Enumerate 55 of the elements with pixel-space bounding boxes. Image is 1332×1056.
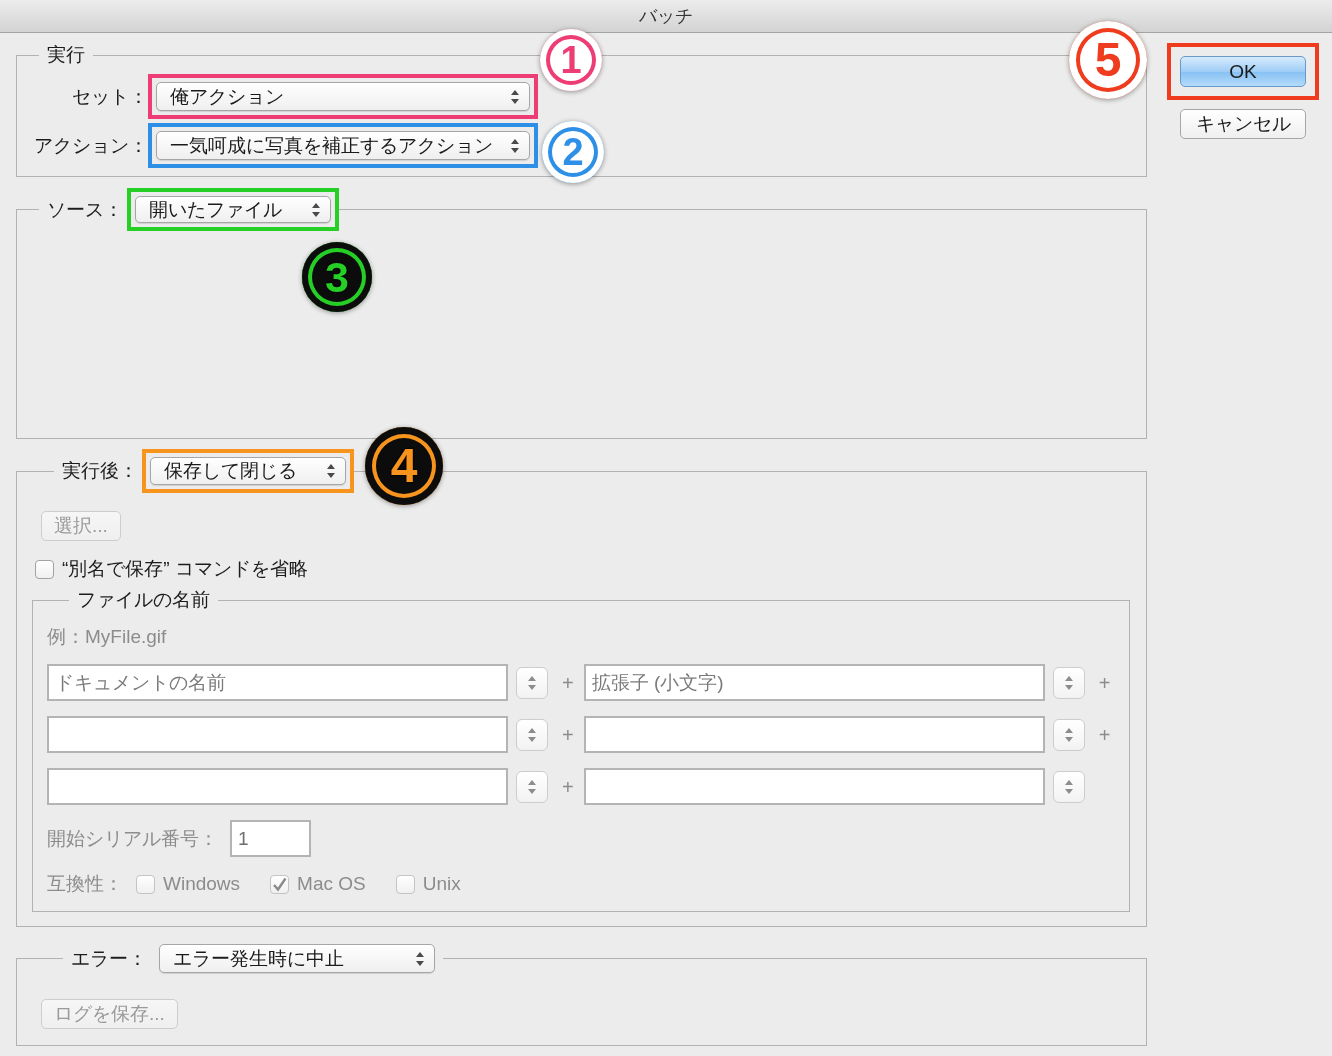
checkbox-label: Unix (422, 872, 461, 896)
step-number-marker: 1 (540, 29, 602, 91)
ok-button[interactable]: OK (1180, 56, 1306, 87)
popup-menu[interactable]: 開いたファイル (135, 196, 331, 223)
naming-menu-button[interactable] (516, 770, 548, 803)
naming-field[interactable] (583, 768, 1045, 805)
up-down-arrows-icon (528, 727, 536, 742)
up-down-arrows-icon (416, 951, 424, 966)
checkbox[interactable] (35, 559, 54, 579)
up-down-arrows-icon (327, 464, 335, 478)
field-label: エラー： (71, 946, 147, 971)
popup-menu[interactable]: 保存して閉じる (150, 457, 346, 485)
group-legend: ファイルの名前 (77, 588, 210, 612)
naming-field[interactable] (47, 768, 508, 805)
naming-menu-button[interactable] (1052, 718, 1085, 751)
up-down-arrows-icon (1064, 727, 1073, 742)
step-number-marker: 4 (365, 427, 443, 505)
field-label: アクション： (34, 133, 148, 158)
plus-sign: + (562, 670, 574, 695)
example-filename: 例：MyFile.gif (47, 625, 168, 649)
plus-sign: + (562, 774, 574, 799)
group-legend: 実行 (47, 43, 85, 67)
up-down-arrows-icon (511, 89, 519, 104)
window-title: バッチ (639, 5, 693, 28)
popup-menu[interactable]: 俺アクション (156, 82, 530, 111)
checkmark-icon (272, 876, 288, 892)
up-down-arrows-icon (1064, 675, 1073, 690)
up-down-arrows-icon (1064, 779, 1073, 794)
step-number-marker: 2 (542, 121, 604, 183)
checkbox-label: Windows (163, 872, 241, 896)
field-label: 開始シリアル番号： (47, 826, 218, 851)
field-label: ソース： (47, 197, 123, 222)
naming-menu-button[interactable] (516, 666, 548, 699)
field-label: 実行後： (62, 459, 138, 483)
step-number-marker: 5 (1069, 21, 1147, 99)
checkbox-label: “別名で保存” コマンドを省略 (62, 557, 308, 581)
popup-menu[interactable]: エラー発生時に中止 (159, 944, 435, 973)
field-label: セット： (72, 84, 148, 109)
up-down-arrows-icon (528, 675, 536, 690)
popup-menu[interactable]: 一気呵成に写真を補正するアクション (156, 131, 530, 160)
checkbox-label: Mac OS (297, 872, 366, 896)
up-down-arrows-icon (528, 779, 536, 794)
plus-sign: + (1098, 722, 1111, 747)
up-down-arrows-icon (511, 138, 519, 153)
plus-sign: + (1098, 670, 1111, 695)
naming-menu-button[interactable] (1052, 770, 1085, 803)
naming-field[interactable] (583, 716, 1045, 753)
naming-field[interactable] (47, 716, 508, 753)
step-number-marker: 3 (302, 242, 372, 312)
up-down-arrows-icon (312, 202, 320, 217)
cancel-button[interactable]: キャンセル (1180, 109, 1306, 139)
field-label: 互換性： (47, 872, 123, 896)
plus-sign: + (562, 722, 574, 747)
naming-menu-button[interactable] (516, 718, 548, 751)
naming-menu-button[interactable] (1052, 666, 1085, 699)
